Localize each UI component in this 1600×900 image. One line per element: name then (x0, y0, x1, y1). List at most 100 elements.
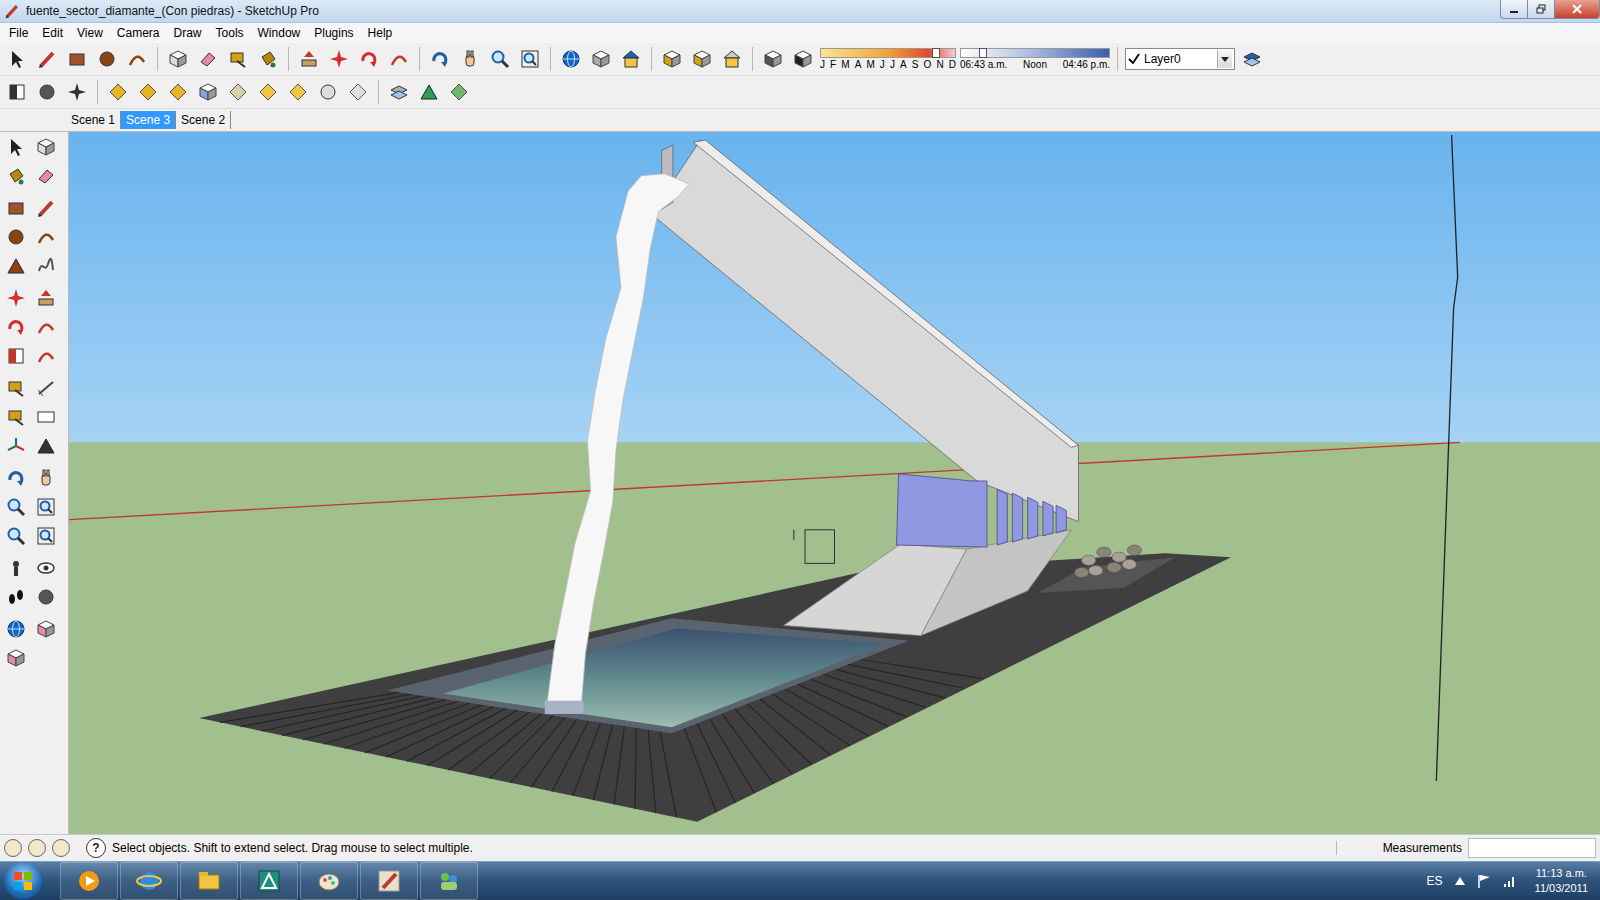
tape-measure-icon[interactable] (3, 375, 29, 401)
rectangle-icon[interactable] (64, 46, 90, 72)
follow-me-icon[interactable] (33, 314, 59, 340)
help-icon[interactable]: ? (86, 838, 106, 858)
eraser-icon[interactable] (33, 163, 59, 189)
dynamic-component-icon[interactable] (719, 46, 745, 72)
time-marker[interactable] (979, 48, 987, 58)
move-icon[interactable] (3, 285, 29, 311)
credits-icon[interactable] (28, 839, 46, 857)
section-plane-icon[interactable] (33, 584, 59, 610)
shadow-settings-icon[interactable] (760, 46, 786, 72)
back-edges-icon[interactable] (135, 79, 161, 105)
date-marker[interactable] (932, 48, 940, 58)
shadow-date-slider[interactable]: JFMAMJJASOND (820, 48, 956, 70)
orbit-icon[interactable] (3, 465, 29, 491)
user-icon[interactable] (52, 839, 70, 857)
offset-icon[interactable] (33, 343, 59, 369)
arc-icon[interactable] (124, 46, 150, 72)
geo-location-icon[interactable] (4, 839, 22, 857)
circle-icon[interactable] (94, 46, 120, 72)
menu-item[interactable]: View (70, 24, 110, 42)
menu-item[interactable]: Edit (35, 24, 70, 42)
date-track[interactable] (820, 48, 956, 58)
freehand-icon[interactable] (33, 253, 59, 279)
component-out-icon[interactable] (689, 46, 715, 72)
protractor-icon[interactable] (3, 404, 29, 430)
shaded-icon[interactable] (225, 79, 251, 105)
face-style-icon[interactable] (345, 79, 371, 105)
layer-check-icon[interactable] (1128, 53, 1140, 65)
zoom-extents-icon[interactable] (517, 46, 543, 72)
model-viewport[interactable] (69, 132, 1600, 834)
zoom-icon[interactable] (487, 46, 513, 72)
section-cut-icon[interactable] (34, 79, 60, 105)
paint-button[interactable] (300, 862, 358, 900)
sandbox-icon[interactable] (3, 645, 29, 671)
rectangle-icon[interactable] (3, 195, 29, 221)
follow-me-icon[interactable] (386, 46, 412, 72)
tape-measure-icon[interactable] (225, 46, 251, 72)
internet-explorer-button[interactable] (120, 862, 178, 900)
language-indicator[interactable]: ES (1427, 874, 1443, 888)
file-explorer-button[interactable] (180, 862, 238, 900)
sandbox-contours-icon[interactable] (386, 79, 412, 105)
walk-icon[interactable] (3, 584, 29, 610)
pan-icon[interactable] (457, 46, 483, 72)
network-signal-icon[interactable] (1503, 874, 1517, 888)
dimension-icon[interactable] (33, 375, 59, 401)
close-icon[interactable] (1571, 4, 1583, 14)
wireframe-icon[interactable] (165, 79, 191, 105)
menu-item[interactable]: Help (361, 24, 400, 42)
network-users-button[interactable] (420, 862, 478, 900)
rotate-icon[interactable] (3, 314, 29, 340)
pencil-icon[interactable] (34, 46, 60, 72)
text-tool-icon[interactable] (33, 404, 59, 430)
edge-style-icon[interactable] (315, 79, 341, 105)
restore-button[interactable] (1527, 0, 1555, 19)
sandbox-scratch-icon[interactable] (416, 79, 442, 105)
cad-app-button[interactable] (240, 862, 298, 900)
zoom-icon[interactable] (3, 494, 29, 520)
clock[interactable]: 11:13 a.m.11/03/2011 (1529, 866, 1594, 896)
action-center-flag-icon[interactable] (1477, 874, 1491, 888)
drawing-area[interactable] (69, 132, 1600, 834)
paint-bucket-icon[interactable] (255, 46, 281, 72)
get-models-icon[interactable] (618, 46, 644, 72)
layer-manager-icon[interactable] (1239, 46, 1265, 72)
component-in-icon[interactable] (659, 46, 685, 72)
show-hidden-icons-icon[interactable] (1455, 877, 1465, 885)
rotate-icon[interactable] (356, 46, 382, 72)
shadow-toggle-icon[interactable] (790, 46, 816, 72)
push-pull-icon[interactable] (33, 285, 59, 311)
polygon-icon[interactable] (3, 253, 29, 279)
textured-icon[interactable] (255, 79, 281, 105)
measurements-field[interactable] (1468, 838, 1596, 858)
zoom-extents-icon[interactable] (33, 523, 59, 549)
hidden-line-icon[interactable] (195, 79, 221, 105)
make-component-icon[interactable] (165, 46, 191, 72)
scene-tab[interactable]: Scene 2 (176, 111, 231, 129)
previous-view-icon[interactable] (3, 523, 29, 549)
layer-dropdown[interactable]: Layer0 (1125, 48, 1235, 70)
circle-icon[interactable] (3, 224, 29, 250)
arc-icon[interactable] (33, 224, 59, 250)
menu-item[interactable]: Draw (167, 24, 209, 42)
make-component-icon[interactable] (33, 134, 59, 160)
menu-item[interactable]: Window (251, 24, 308, 42)
axes-icon[interactable] (3, 433, 29, 459)
look-around-icon[interactable] (33, 555, 59, 581)
start-button[interactable] (4, 863, 42, 899)
dropdown-arrow[interactable] (1217, 50, 1232, 68)
minimize-icon[interactable] (1509, 4, 1519, 14)
scene-tab[interactable]: Scene 1 (66, 111, 121, 129)
move-icon[interactable] (326, 46, 352, 72)
push-pull-icon[interactable] (296, 46, 322, 72)
sandbox-smoove-icon[interactable] (446, 79, 472, 105)
restore-icon[interactable] (1536, 4, 1546, 14)
monochrome-icon[interactable] (285, 79, 311, 105)
scene-tab[interactable]: Scene 3 (121, 111, 176, 129)
position-camera-icon[interactable] (3, 555, 29, 581)
select-icon[interactable] (3, 134, 29, 160)
paint-bucket-icon[interactable] (3, 163, 29, 189)
section-plane-icon[interactable] (4, 79, 30, 105)
shadow-time-slider[interactable]: 06:43 a.m.Noon04:46 p.m. (960, 48, 1110, 70)
